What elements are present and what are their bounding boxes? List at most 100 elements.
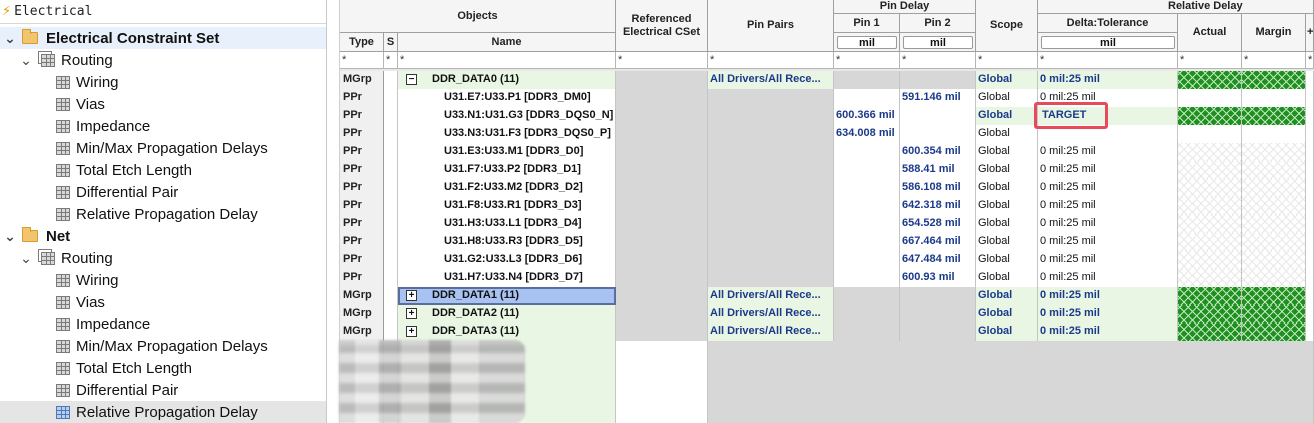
row-pin1[interactable] (834, 305, 900, 323)
row-type[interactable]: PPr (340, 251, 384, 269)
row-name[interactable]: U31.F8:U33.R1 [DDR3_D3] (398, 197, 616, 215)
tree-item[interactable]: Vias (0, 93, 326, 115)
filter-delta[interactable]: * (1038, 52, 1178, 69)
row-s[interactable] (384, 89, 398, 107)
row-scope[interactable]: Global (976, 125, 1038, 143)
tree-item[interactable]: Wiring (0, 269, 326, 291)
row-name[interactable]: + DDR_DATA2 (11) (398, 305, 616, 323)
row-name[interactable]: − DDR_DATA0 (11) (398, 71, 616, 89)
row-ref-cset[interactable] (616, 305, 708, 323)
row-name[interactable]: U31.F2:U33.M2 [DDR3_D2] (398, 179, 616, 197)
group-row[interactable]: MGrp + DDR_DATA2 (11) All Drivers/All Rece.… (340, 305, 1314, 323)
tree-item[interactable]: ⌄ Routing (0, 247, 326, 269)
row-s[interactable] (384, 107, 398, 125)
tree-item[interactable]: Min/Max Propagation Delays (0, 137, 326, 159)
filter-margin[interactable]: * (1242, 52, 1306, 69)
row-name[interactable]: U31.H3:U33.L1 [DDR3_D4] (398, 215, 616, 233)
row-scope[interactable]: Global (976, 143, 1038, 161)
row-scope[interactable]: Global (976, 197, 1038, 215)
row-pin2[interactable]: 600.93 mil (900, 269, 976, 287)
row-delta-tolerance[interactable]: 0 mil:25 mil (1038, 323, 1178, 341)
row-ref-cset[interactable] (616, 161, 708, 179)
row-pin-pairs[interactable] (708, 197, 834, 215)
header-actual[interactable]: Actual (1178, 14, 1242, 52)
row-s[interactable] (384, 197, 398, 215)
row-pin2[interactable]: 647.484 mil (900, 251, 976, 269)
row-pin-pairs[interactable] (708, 89, 834, 107)
row-ref-cset[interactable] (616, 125, 708, 143)
filter-scope[interactable]: * (976, 52, 1038, 69)
row-type[interactable]: PPr (340, 179, 384, 197)
row-delta-tolerance[interactable]: 0 mil:25 mil (1038, 143, 1178, 161)
row-ref-cset[interactable] (616, 89, 708, 107)
chevron-down-icon[interactable]: ⌄ (20, 53, 32, 67)
row-type[interactable]: PPr (340, 197, 384, 215)
row-ref-cset[interactable] (616, 71, 708, 89)
row-pin2[interactable] (900, 125, 976, 143)
pin2-unit[interactable]: mil (903, 36, 973, 49)
row-delta-tolerance[interactable]: 0 mil:25 mil (1038, 251, 1178, 269)
header-name[interactable]: Name (398, 33, 616, 52)
header-scope[interactable]: Scope (976, 0, 1038, 52)
row-ref-cset[interactable] (616, 269, 708, 287)
row-ref-cset[interactable] (616, 323, 708, 341)
group-row[interactable]: MGrp + DDR_DATA3 (11) All Drivers/All Rece.… (340, 323, 1314, 341)
header-add-column[interactable]: + (1306, 14, 1314, 52)
tree-item[interactable]: Min/Max Propagation Delays (0, 335, 326, 357)
header-pin2[interactable]: Pin 2 (900, 14, 976, 33)
row-pin1[interactable] (834, 89, 900, 107)
pin-pair-row[interactable]: PPr U33.N3:U31.F3 [DDR3_DQS0_P] 634.008 mi… (340, 125, 1314, 143)
row-type[interactable]: MGrp (340, 323, 384, 341)
tree-item[interactable]: Differential Pair (0, 181, 326, 203)
tree-item[interactable]: Vias (0, 291, 326, 313)
row-scope[interactable]: Global (976, 161, 1038, 179)
row-scope[interactable]: Global (976, 251, 1038, 269)
row-s[interactable] (384, 179, 398, 197)
row-type[interactable]: PPr (340, 215, 384, 233)
row-ref-cset[interactable] (616, 233, 708, 251)
filter-extra[interactable]: * (1306, 52, 1314, 69)
row-name[interactable]: + DDR_DATA3 (11) (398, 323, 616, 341)
row-type[interactable]: PPr (340, 161, 384, 179)
pin-pair-row[interactable]: PPr U31.H8:U33.R3 [DDR3_D5] 667.464 mil Glo… (340, 233, 1314, 251)
filter-actual[interactable]: * (1178, 52, 1242, 69)
filter-ref-cset[interactable]: * (616, 52, 708, 69)
row-delta-tolerance[interactable]: 0 mil:25 mil (1038, 305, 1178, 323)
row-pin1[interactable] (834, 215, 900, 233)
row-pin1[interactable] (834, 269, 900, 287)
row-name[interactable]: U31.G2:U33.L3 [DDR3_D6] (398, 251, 616, 269)
row-name[interactable]: U31.F7:U33.P2 [DDR3_D1] (398, 161, 616, 179)
row-name[interactable]: U31.E7:U33.P1 [DDR3_DM0] (398, 89, 616, 107)
delta-unit[interactable]: mil (1041, 36, 1175, 49)
row-scope[interactable]: Global (976, 107, 1038, 125)
row-delta-tolerance[interactable]: 0 mil:25 mil (1038, 71, 1178, 89)
row-type[interactable]: PPr (340, 143, 384, 161)
row-type[interactable]: PPr (340, 125, 384, 143)
row-ref-cset[interactable] (616, 143, 708, 161)
row-s[interactable] (384, 215, 398, 233)
pin1-unit[interactable]: mil (837, 36, 897, 49)
row-pin-pairs[interactable] (708, 179, 834, 197)
row-pin-pairs[interactable] (708, 125, 834, 143)
row-name[interactable]: U31.E3:U33.M1 [DDR3_D0] (398, 143, 616, 161)
row-delta-tolerance[interactable]: 0 mil:25 mil (1038, 287, 1178, 305)
row-pin1[interactable] (834, 323, 900, 341)
row-pin2[interactable] (900, 287, 976, 305)
row-type[interactable]: PPr (340, 89, 384, 107)
row-pin-pairs[interactable] (708, 107, 834, 125)
row-name[interactable]: U33.N1:U31.G3 [DDR3_DQS0_N] (398, 107, 616, 125)
row-delta-tolerance[interactable]: 0 mil:25 mil (1038, 179, 1178, 197)
filter-s[interactable]: * (384, 52, 398, 69)
row-pin1[interactable] (834, 233, 900, 251)
row-ref-cset[interactable] (616, 251, 708, 269)
tree-item[interactable]: Relative Propagation Delay (0, 203, 326, 225)
row-name[interactable]: U31.H7:U33.N4 [DDR3_D7] (398, 269, 616, 287)
row-s[interactable] (384, 233, 398, 251)
row-pin-pairs[interactable]: All Drivers/All Rece... (708, 323, 834, 341)
pin-pair-row[interactable]: PPr U33.N1:U31.G3 [DDR3_DQS0_N] 600.366 mi… (340, 107, 1314, 125)
group-row[interactable]: MGrp + DDR_DATA1 (11) All Drivers/All Rece.… (340, 287, 1314, 305)
row-type[interactable]: PPr (340, 107, 384, 125)
row-scope[interactable]: Global (976, 323, 1038, 341)
row-pin1[interactable] (834, 251, 900, 269)
expand-icon[interactable]: + (406, 290, 417, 301)
